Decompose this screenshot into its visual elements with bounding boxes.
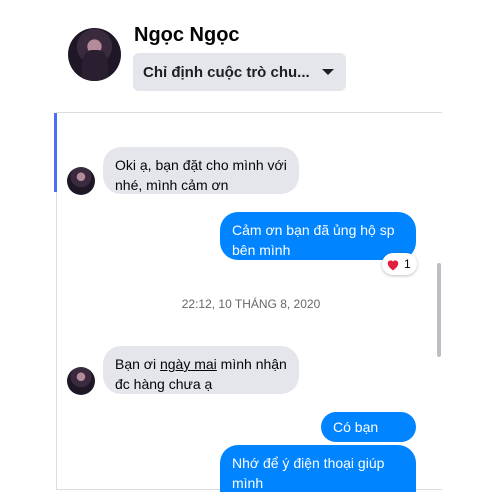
date-link[interactable]: ngày mai xyxy=(160,356,217,372)
message-text: mình nhận xyxy=(216,356,287,372)
sender-avatar xyxy=(67,167,95,195)
message-line: Nhớ để ý điện thoại giúp xyxy=(232,455,385,471)
message-text: Bạn ơi xyxy=(115,356,160,372)
outgoing-message[interactable]: Nhớ để ý điện thoại giúp mình xyxy=(220,445,416,492)
reaction-count: 1 xyxy=(404,257,411,271)
message-timestamp: 22:12, 10 THÁNG 8, 2020 xyxy=(181,297,321,311)
incoming-message[interactable]: Oki ạ, bạn đặt cho mình với nhé, mình cả… xyxy=(103,147,299,194)
assign-conversation-label: Chỉ định cuộc trò chu... xyxy=(143,63,310,81)
assign-conversation-dropdown[interactable]: Chỉ định cuộc trò chu... xyxy=(133,53,346,91)
focus-indicator xyxy=(54,113,57,192)
contact-avatar[interactable] xyxy=(68,28,121,81)
contact-name[interactable]: Ngọc Ngọc xyxy=(134,24,240,47)
conversation-header: Ngọc Ngọc Chỉ định cuộc trò chu... xyxy=(0,0,492,112)
heart-icon xyxy=(387,259,399,270)
message-line: mình xyxy=(232,475,264,491)
message-line: nhé, mình cảm ơn xyxy=(115,177,229,193)
message-line: Oki ạ, bạn đặt cho mình với xyxy=(115,157,287,173)
message-line: Cảm ơn bạn đã ủng hộ sp xyxy=(232,222,395,238)
sender-avatar xyxy=(67,367,95,395)
message-line: bên mình xyxy=(232,242,291,258)
header-divider xyxy=(56,112,442,113)
outgoing-message[interactable]: Cảm ơn bạn đã ủng hộ sp bên mình xyxy=(220,212,416,260)
outgoing-message[interactable]: Có bạn nhé xyxy=(321,412,416,455)
incoming-message[interactable]: Bạn ơi ngày mai mình nhận đc hàng chưa ạ xyxy=(103,346,299,394)
message-line: đc hàng chưa ạ xyxy=(115,376,213,392)
message-reaction[interactable]: 1 xyxy=(382,253,417,275)
caret-down-icon xyxy=(322,69,334,75)
